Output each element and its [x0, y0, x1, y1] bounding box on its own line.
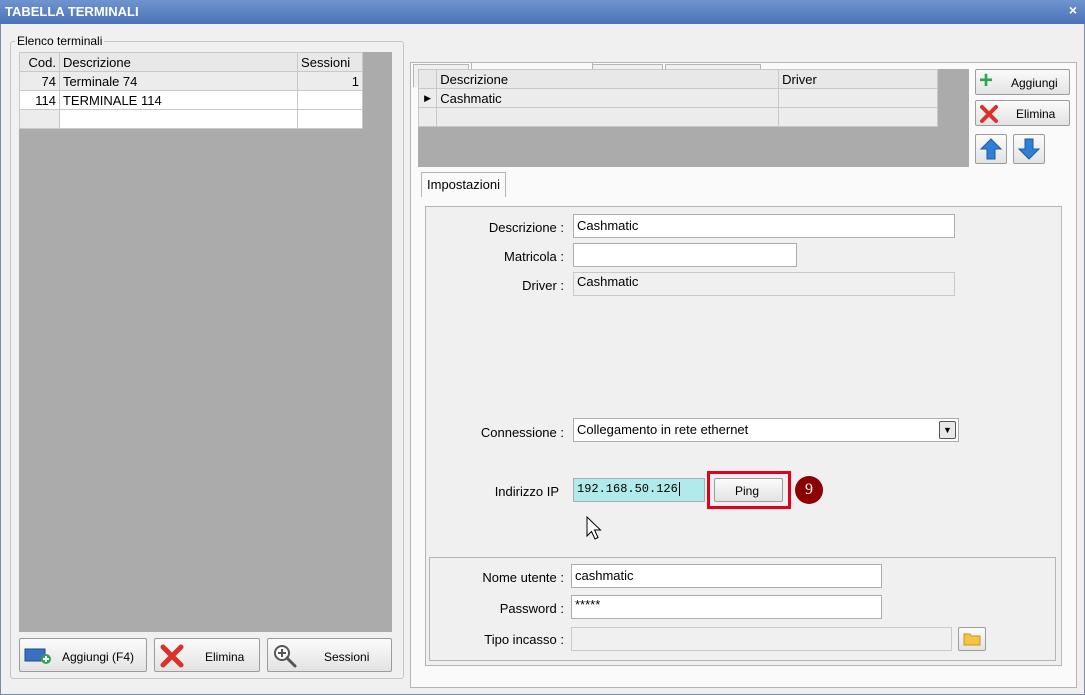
main-window: Elenco terminali Cod. Descrizione Sessio… [0, 24, 1085, 695]
sessions-button[interactable]: Sessioni [267, 638, 392, 672]
connessione-label: Connessione : [480, 425, 564, 440]
window-title: TABELLA TERMINALI [5, 4, 139, 19]
delete-terminal-button[interactable]: Elimina [154, 638, 260, 672]
new-row-cell [436, 107, 780, 127]
title-bar: TABELLA TERMINALI × [0, 0, 1085, 24]
add-device-button[interactable]: + Aggiungi [975, 67, 1070, 95]
cell-cod: 74 [19, 71, 60, 91]
add-device-label: Aggiungi [1011, 76, 1058, 90]
delete-device-label: Elimina [1016, 107, 1056, 121]
text-cursor [678, 482, 680, 496]
col-sessioni[interactable]: Sessioni [297, 52, 363, 72]
add-terminal-button[interactable]: Aggiungi (F4) [19, 638, 147, 672]
add-terminal-label: Aggiungi (F4) [62, 650, 135, 664]
descrizione-label: Descrizione : [488, 220, 564, 235]
driver-label: Driver : [522, 278, 564, 293]
current-row-icon: ▶ [417, 88, 438, 108]
cell-descrizione: Cashmatic [436, 88, 780, 108]
plus-icon: + [979, 67, 994, 94]
new-row-cell [778, 107, 938, 127]
delete-icon [160, 644, 184, 668]
move-up-button[interactable] [975, 134, 1007, 164]
cell-sessioni: 1 [297, 71, 363, 91]
connessione-value: Collegamento in rete ethernet [577, 422, 749, 437]
delete-terminal-label: Elimina [205, 650, 245, 664]
col-descrizione[interactable]: Descrizione [436, 69, 780, 89]
browse-button[interactable] [958, 627, 986, 651]
mouse-cursor-icon [586, 516, 602, 540]
devices-grid[interactable]: Descrizione Driver ▶ Cashmatic [417, 69, 969, 167]
driver-field: Cashmatic [573, 272, 955, 296]
ping-label: Ping [735, 484, 760, 498]
terminal-list-label: Elenco terminali [17, 34, 103, 48]
descrizione-field[interactable]: Cashmatic [573, 214, 955, 238]
nome-utente-label: Nome utente : [482, 570, 564, 585]
new-row-cell [19, 109, 60, 129]
nome-utente-field[interactable]: cashmatic [571, 564, 882, 588]
close-icon[interactable]: × [1069, 2, 1077, 18]
matricola-label: Matricola : [504, 249, 564, 264]
ping-button[interactable]: Ping [714, 478, 783, 502]
ip-address-value: 192.168.50.126 [577, 482, 678, 496]
col-cod[interactable]: Cod. [19, 52, 60, 72]
row-header-corner [417, 69, 438, 89]
move-down-button[interactable] [1013, 134, 1045, 164]
tipo-incasso-label: Tipo incasso : [484, 632, 564, 647]
matricola-field[interactable] [573, 243, 797, 267]
connessione-select[interactable]: Collegamento in rete ethernet ▼ [573, 418, 959, 442]
indirizzo-ip-label: Indirizzo IP [494, 484, 559, 499]
delete-icon [980, 105, 998, 123]
folder-icon [963, 633, 981, 646]
arrow-down-icon [1017, 138, 1041, 160]
new-row-cell [297, 109, 363, 129]
cell-driver [778, 88, 938, 108]
arrow-up-icon [979, 138, 1003, 160]
tab-impostazioni[interactable]: Impostazioni [421, 172, 506, 197]
terminal-grid[interactable]: Cod. Descrizione Sessioni 74 Terminale 7… [19, 52, 392, 632]
zoom-icon [274, 645, 297, 668]
table-row-new[interactable] [19, 109, 363, 129]
sessions-label: Sessioni [324, 650, 370, 664]
table-row[interactable]: 74 Terminale 74 1 [19, 71, 363, 91]
password-label: Password : [499, 601, 564, 616]
step-badge: 9 [795, 476, 823, 504]
cell-descrizione: TERMINALE 114 [58, 90, 299, 110]
cell-descrizione: Terminale 74 [58, 71, 299, 91]
row-header [417, 107, 438, 127]
new-row-cell [58, 109, 299, 129]
ip-address-field[interactable]: 192.168.50.126 [573, 478, 705, 502]
table-row-new[interactable] [417, 107, 938, 127]
chevron-down-icon[interactable]: ▼ [939, 421, 956, 439]
col-driver[interactable]: Driver [778, 69, 938, 89]
delete-device-button[interactable]: Elimina [975, 100, 1070, 126]
table-row[interactable]: 114 TERMINALE 114 [19, 90, 363, 110]
table-row[interactable]: ▶ Cashmatic [417, 88, 938, 108]
cell-cod: 114 [19, 90, 60, 110]
tipo-incasso-field [571, 627, 952, 651]
add-terminal-icon [24, 648, 51, 664]
password-field[interactable]: ***** [571, 595, 882, 619]
cell-sessioni [297, 90, 363, 110]
col-descrizione[interactable]: Descrizione [58, 52, 299, 72]
